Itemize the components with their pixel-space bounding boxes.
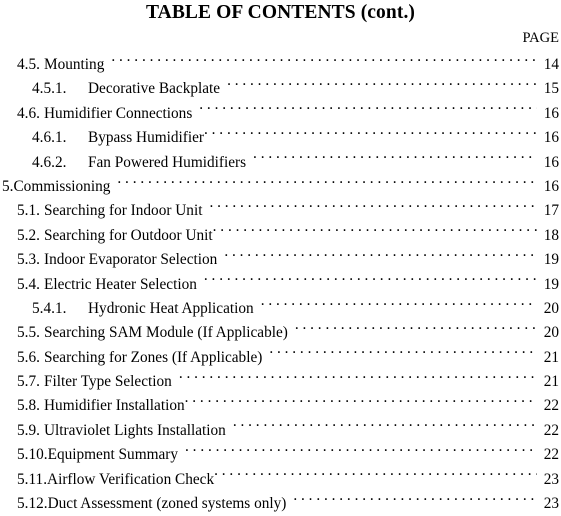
dot-leader [214,468,537,483]
toc-entry-label: Humidifier Installation [44,397,185,415]
toc-entry[interactable]: 4.6.2. Fan Powered Humidifiers 16 [0,151,561,175]
toc-entry-label: Searching for Indoor Unit [44,202,203,220]
toc-entry-number: 5.10. [17,446,48,464]
toc-entry[interactable]: 5.12. Duct Assessment (zoned systems only… [0,492,561,516]
toc-entry-page-number: 21 [543,373,559,391]
toc-entry-page-number: 21 [543,348,559,366]
toc-entry-page-number: 16 [543,177,559,195]
toc-entry-page-number: 16 [543,129,559,147]
toc-entry-label: Equipment Summary [47,446,179,464]
toc-entry-page-number: 22 [543,397,559,415]
page-column-header: PAGE [522,30,559,46]
toc-entry-page-number: 22 [543,421,559,439]
toc-entry-number: 5.3. [17,251,40,269]
toc-entry-number: 5. [2,177,14,195]
toc-entry-label: Hydronic Heat Application [88,299,254,317]
toc-entry-label: Mounting [44,56,105,73]
toc-entry-number: 5.12. [17,495,48,513]
toc-entry[interactable]: 5.5. Searching SAM Module (If Applicable)… [0,321,561,345]
toc-entry-label: Searching for Outdoor Unit [44,226,213,244]
dot-leader [253,151,537,166]
dot-leader [295,322,537,337]
toc-entry-number: 4.5. [17,56,40,73]
toc-entry[interactable]: 4.5.1. Decorative Backplate 15 [0,77,561,101]
toc-entry-label: Duct Assessment (zoned systems only) [47,495,287,513]
toc-entry[interactable]: 4.5.Mounting 14 [0,53,561,77]
toc-entry[interactable]: 5.4.1. Hydronic Heat Application 20 [0,297,561,321]
toc-entry-number: 5.8. [17,397,40,415]
toc-entry-page-number: 22 [543,446,559,464]
toc-entry-label: Decorative Backplate [88,80,221,98]
toc-entry-number: 5.6. [17,348,40,366]
toc-entry-page-number: 15 [543,80,559,98]
toc-entry-label: Electric Heater Selection [44,275,197,293]
toc-entry-page-number: 23 [543,470,559,488]
document-page: TABLE OF CONTENTS (cont.) PAGE 4.5. Mount… [0,0,561,512]
toc-entry-number: 5.2. [17,226,40,244]
toc-entry-page-number: 14 [543,56,559,73]
toc-entry[interactable]: 5.1.Searching for Indoor Unit 17 [0,199,561,223]
dot-leader [204,127,537,142]
toc-entry-number: 5.11. [17,470,48,488]
toc-entry-number: 5.4. [17,275,40,293]
toc-entry-label: Filter Type Selection [44,373,172,391]
toc-entry-number: 5.4.1. [32,299,67,317]
toc-entry-page-number: 19 [543,275,559,293]
toc-entry-label: Humidifier Connections [44,104,193,122]
dot-leader [111,54,537,69]
toc-entry-label: Searching for Zones (If Applicable) [44,348,263,366]
toc-entry-number: 5.7. [17,373,40,391]
dot-leader [269,346,537,361]
dot-leader [179,371,537,386]
toc-entry-label: Bypass Humidifier [88,129,204,147]
toc-entry[interactable]: 5.10.Equipment Summary 22 [0,443,561,467]
toc-entry[interactable]: 4.6.1. Bypass Humidifier 16 [0,126,561,150]
dot-leader [209,200,537,215]
dot-leader [213,224,537,239]
toc-entry[interactable]: 5.4.Electric Heater Selection 19 [0,273,561,297]
dot-leader [293,493,537,508]
toc-entry-number: 4.6.2. [32,153,67,171]
toc-entry-number: 5.1. [17,202,40,220]
toc-entry[interactable]: 4.6.Humidifier Connections 16 [0,102,561,126]
toc-entry-number: 4.6.1. [32,129,67,147]
toc-entry-page-number: 16 [543,153,559,171]
toc-entry-label: Indoor Evaporator Selection [44,251,218,269]
toc-entry[interactable]: 5.8.Humidifier Installation 22 [0,394,561,418]
toc-entry-page-number: 20 [543,299,559,317]
dot-leader [227,78,537,93]
toc-entry-label: Commissioning [13,177,111,195]
toc-entry-label: Searching SAM Module (If Applicable) [44,324,288,342]
dot-leader [261,298,537,313]
dot-leader [204,273,537,288]
toc-entry-page-number: 19 [543,251,559,269]
dot-leader [224,249,537,264]
toc-entry-page-number: 17 [543,202,559,220]
toc-entry-page-number: 18 [543,226,559,244]
page-title: TABLE OF CONTENTS (cont.) [145,2,416,23]
toc-entry[interactable]: 5.9.Ultraviolet Lights Installation 22 [0,419,561,443]
toc-entry[interactable]: 5.2.Searching for Outdoor Unit 18 [0,224,561,248]
toc-entry-page-number: 23 [543,495,559,513]
dot-leader [199,102,537,117]
dot-leader [233,420,537,435]
dot-leader [185,444,537,459]
toc-entry-label: Ultraviolet Lights Installation [44,421,226,439]
toc-entry[interactable]: 5.3.Indoor Evaporator Selection 19 [0,248,561,272]
toc-entry[interactable]: 5.11.Airflow Verification Check 23 [0,468,561,492]
toc-entry[interactable]: 5.Commissioning 16 [0,175,561,199]
dot-leader [117,176,537,191]
toc-entry-number: 5.9. [17,421,40,439]
dot-leader [185,395,537,410]
toc-entry-number: 4.5.1. [32,80,67,98]
toc-entry-label: Fan Powered Humidifiers [88,153,247,171]
toc-entry[interactable]: 5.7.Filter Type Selection 21 [0,370,561,394]
toc-entry[interactable]: 5.6.Searching for Zones (If Applicable) 2… [0,346,561,370]
table-of-contents-list: 4.5.Mounting 14 4.5.1. Decorative Backplate… [0,53,561,516]
toc-entry-number: 4.6. [17,104,40,122]
toc-entry-page-number: 20 [543,324,559,342]
toc-entry-page-number: 16 [543,104,559,122]
toc-entry-label: Airflow Verification Check [47,470,215,488]
toc-entry-number: 5.5. [17,324,40,342]
